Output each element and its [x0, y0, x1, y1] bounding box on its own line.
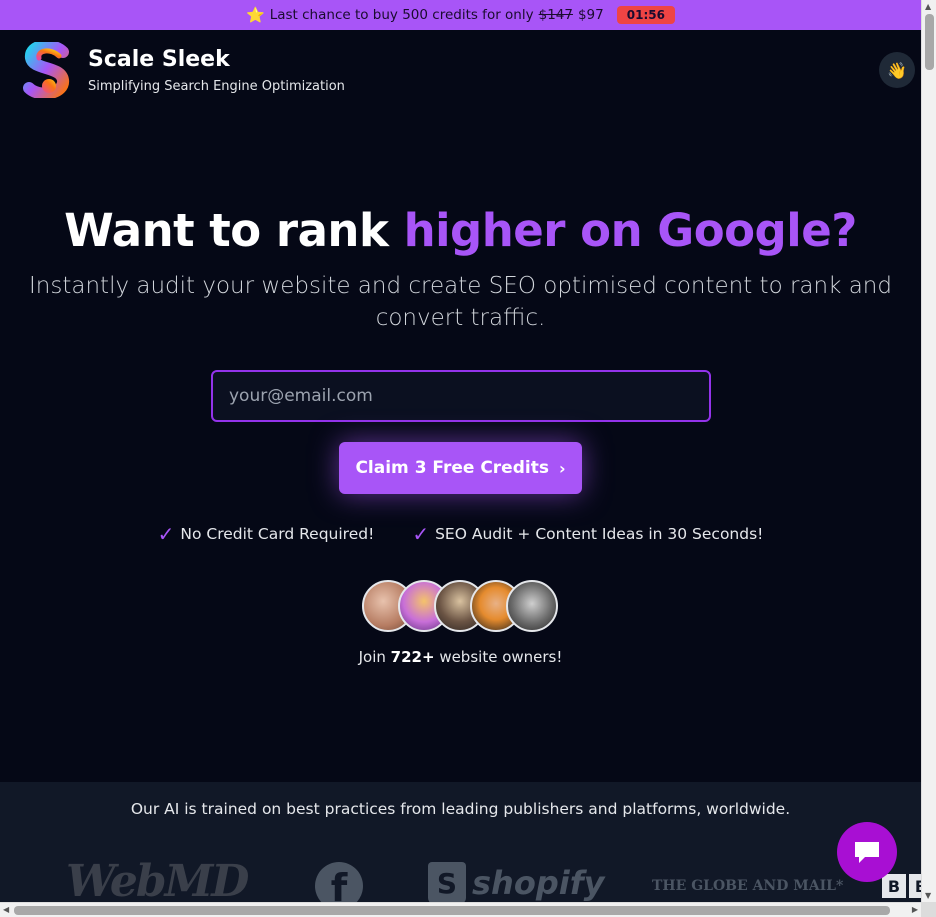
promo-old-price: $147 — [538, 7, 573, 23]
join-text: Join 722+ website owners! — [0, 648, 921, 666]
wave-icon[interactable]: 👋 — [879, 52, 915, 88]
scale-sleek-logo[interactable] — [23, 42, 71, 98]
scrollbar-corner — [921, 902, 936, 917]
join-prefix: Join — [358, 648, 391, 666]
hero-title: Want to rank higher on Google? — [0, 204, 921, 257]
shopify-wordmark: shopify — [472, 864, 605, 902]
claim-free-credits-button[interactable]: Claim 3 Free Credits › — [339, 442, 582, 494]
scroll-left-icon[interactable]: ◀ — [3, 905, 9, 914]
chat-bubble-icon — [855, 842, 879, 863]
vertical-scroll-thumb[interactable] — [925, 14, 934, 70]
vertical-scrollbar[interactable]: ▲ ▼ — [921, 0, 936, 902]
email-input[interactable] — [211, 370, 711, 422]
check-label: No Credit Card Required! — [180, 525, 375, 543]
scroll-down-icon[interactable]: ▼ — [925, 891, 931, 900]
hero-subtitle: Instantly audit your website and create … — [29, 273, 892, 331]
bbc-logo: B B — [882, 874, 921, 898]
page: ⭐ Last chance to buy 500 credits for onl… — [0, 0, 921, 902]
hero-title-plain: Want to rank — [64, 204, 404, 257]
check-icon: ✓ — [412, 522, 430, 546]
publishers-text: Our AI is trained on best practices from… — [130, 800, 791, 818]
hero-title-accent: higher on Google? — [403, 204, 858, 257]
bbc-letter: B — [882, 874, 906, 898]
cta-label: Claim 3 Free Credits — [355, 458, 549, 478]
check-label: SEO Audit + Content Ideas in 30 Seconds! — [435, 525, 764, 543]
promo-new-price: $97 — [577, 7, 604, 23]
feature-checks: ✓ No Credit Card Required! ✓ SEO Audit +… — [0, 522, 921, 546]
brand-tagline: Simplifying Search Engine Optimization — [88, 79, 345, 94]
webmd-logo: WebMD — [66, 856, 249, 902]
horizontal-scroll-thumb[interactable] — [14, 906, 890, 915]
bbc-letter: B — [909, 874, 921, 898]
shopify-bag-icon: S — [428, 862, 466, 902]
publishers-section: Our AI is trained on best practices from… — [0, 782, 921, 902]
globe-and-mail-logo: THE GLOBE AND MAIL* — [652, 878, 844, 894]
scroll-up-icon[interactable]: ▲ — [925, 2, 931, 11]
chevron-right-icon: › — [558, 458, 566, 478]
join-suffix: website owners! — [434, 648, 563, 666]
scroll-right-icon[interactable]: ▶ — [912, 905, 918, 914]
check-icon: ✓ — [157, 522, 175, 546]
promo-text: Last chance to buy 500 credits for only — [269, 7, 534, 23]
wave-emoji: 👋 — [887, 60, 907, 80]
header: Scale Sleek Simplifying Search Engine Op… — [0, 30, 921, 110]
avatar-group — [362, 580, 558, 632]
facebook-logo: f — [315, 862, 363, 902]
shopify-logo: S shopify — [428, 862, 604, 902]
join-count: 722+ — [390, 648, 435, 666]
chat-button[interactable] — [837, 822, 897, 882]
brand-name[interactable]: Scale Sleek — [88, 47, 230, 72]
promo-bar[interactable]: ⭐ Last chance to buy 500 credits for onl… — [0, 0, 921, 30]
star-icon: ⭐ — [246, 6, 265, 24]
countdown-timer: 01:56 — [616, 6, 675, 24]
facebook-glyph: f — [330, 866, 348, 902]
avatar — [506, 580, 558, 632]
check-item: ✓ No Credit Card Required! — [158, 522, 375, 546]
horizontal-scrollbar[interactable]: ◀ ▶ — [0, 902, 921, 917]
check-item: ✓ SEO Audit + Content Ideas in 30 Second… — [412, 522, 763, 546]
